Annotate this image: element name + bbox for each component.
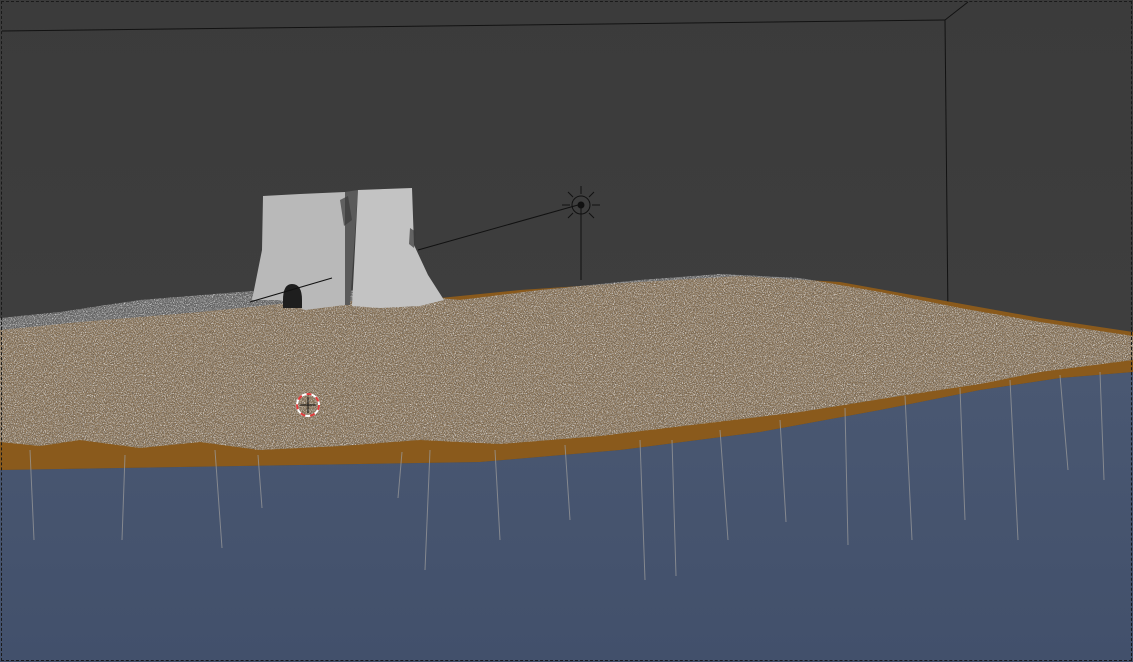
- 3d-cursor-icon[interactable]: [296, 393, 320, 417]
- 3d-viewport[interactable]: [0, 0, 1133, 662]
- viewport-scene[interactable]: [0, 0, 1133, 662]
